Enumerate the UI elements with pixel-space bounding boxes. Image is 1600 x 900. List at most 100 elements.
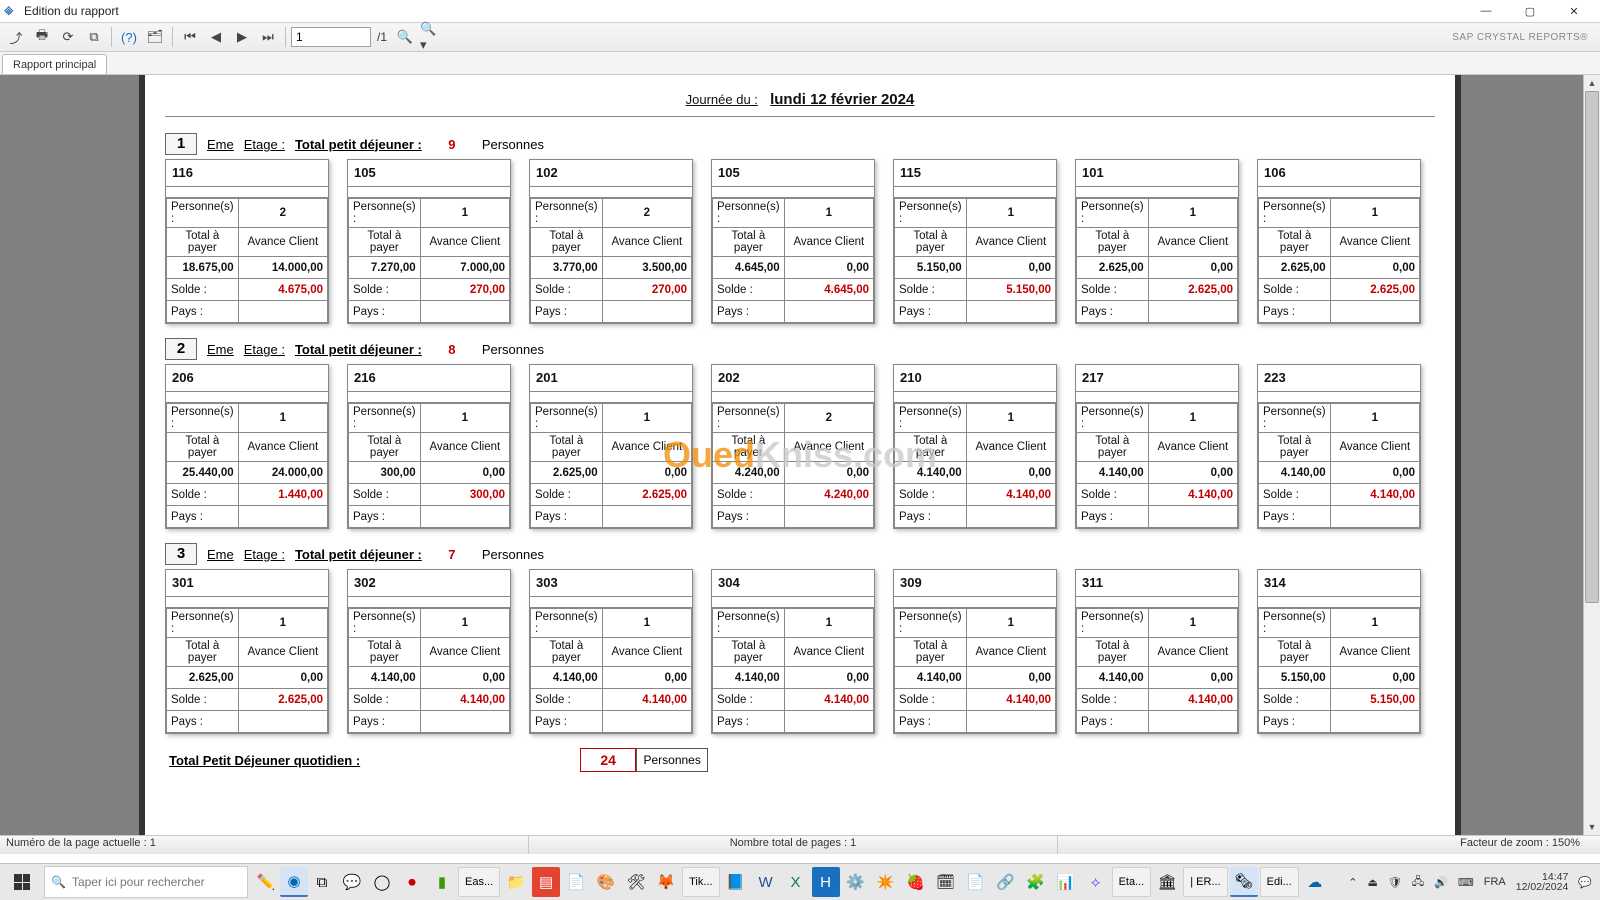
export-button[interactable]: ⤴ — [4, 25, 28, 49]
app-icon: 🞜 — [4, 4, 18, 18]
hotel-icon[interactable]: H — [812, 867, 840, 897]
solde-value: 4.140,00 — [602, 689, 691, 711]
calendar-icon[interactable]: 🗓 — [932, 867, 960, 897]
floor-cards: 206Personne(s) :1Total à payerAvance Cli… — [165, 364, 1435, 529]
tray-language[interactable]: FRA — [1484, 876, 1506, 888]
floor-etage: Etage : — [244, 342, 285, 357]
task-eta[interactable]: Eta... — [1112, 867, 1152, 897]
total-value: 7.270,00 — [349, 257, 421, 279]
firefox-icon[interactable]: 🦊 — [652, 867, 680, 897]
app-icon-7[interactable]: 🧩 — [1022, 867, 1050, 897]
maximize-button[interactable]: ▢ — [1508, 0, 1552, 22]
crystal-reports-icon[interactable]: 🗞 — [1230, 867, 1258, 897]
total-label: Total à payer — [895, 228, 967, 257]
prev-page-button[interactable]: ◀ — [204, 25, 228, 49]
app-icon-8[interactable]: 📊 — [1052, 867, 1080, 897]
room-number: 223 — [1258, 365, 1420, 392]
settings-icon[interactable]: ⚙️ — [842, 867, 870, 897]
record-icon[interactable]: ⏺ — [398, 867, 426, 897]
taskbar-search[interactable]: 🔍 Taper ici pour rechercher — [44, 866, 248, 898]
pays-label: Pays : — [1077, 301, 1149, 323]
solde-value: 2.625,00 — [1148, 279, 1237, 301]
excel-icon[interactable]: X — [782, 867, 810, 897]
room-card: 102Personne(s) :2Total à payerAvance Cli… — [529, 159, 693, 324]
first-page-button[interactable]: ⏮ — [178, 25, 202, 49]
persons-label: Personne(s) : — [713, 404, 785, 433]
cortana-icon[interactable]: ◉ — [280, 867, 308, 897]
total-value: 2.625,00 — [531, 462, 603, 484]
find-button[interactable]: 🔍 — [393, 25, 417, 49]
parameters-button[interactable]: (?) — [117, 25, 141, 49]
app-icon-1[interactable]: ◯ — [368, 867, 396, 897]
tray-chevron-up-icon[interactable]: ⌃ — [1348, 876, 1357, 889]
system-tray[interactable]: ⌃ ⏏ 🛡 🖧 🔊 ⌨ FRA 14:47 12/02/2024 💬 — [1340, 872, 1600, 893]
tray-notifications-icon[interactable]: 💬 — [1578, 876, 1592, 889]
tray-network-icon[interactable]: 🖧 — [1412, 873, 1424, 892]
next-page-button[interactable]: ▶ — [230, 25, 254, 49]
onedrive-icon[interactable]: ☁ — [1301, 867, 1329, 897]
print-button[interactable]: 🖶 — [30, 25, 54, 49]
minimize-button[interactable]: ― — [1464, 0, 1508, 22]
pays-value — [602, 301, 691, 323]
tray-icon-1[interactable]: ⏏ — [1368, 876, 1378, 889]
bank-icon[interactable]: 🏛 — [1153, 867, 1181, 897]
daily-total-unit: Personnes — [636, 748, 708, 772]
solde-label: Solde : — [531, 279, 603, 301]
avance-label: Avance Client — [420, 638, 509, 667]
whatsapp-icon[interactable]: 💬 — [338, 867, 366, 897]
app-icon-4[interactable]: ✴️ — [872, 867, 900, 897]
status-bar: Numéro de la page actuelle : 1 Nombre to… — [0, 835, 1600, 854]
explorer-icon[interactable]: 📁 — [502, 867, 530, 897]
main-report-tab[interactable]: Rapport principal — [2, 54, 107, 74]
pays-label: Pays : — [713, 301, 785, 323]
ink-workspace-icon[interactable]: ✏️ — [252, 867, 280, 897]
zoom-button[interactable]: 🔍▾ — [419, 25, 443, 49]
avance-value: 0,00 — [1330, 462, 1419, 484]
paint-icon[interactable]: 🎨 — [592, 867, 620, 897]
page-number-input[interactable] — [291, 27, 371, 47]
app-icon-3[interactable]: 📄 — [562, 867, 590, 897]
app-icon-6[interactable]: 🔗 — [992, 867, 1020, 897]
word-icon[interactable]: W — [752, 867, 780, 897]
avance-label: Avance Client — [1330, 433, 1419, 462]
notepad-icon[interactable]: 📘 — [722, 867, 750, 897]
solde-label: Solde : — [895, 279, 967, 301]
start-button[interactable] — [0, 864, 44, 900]
scroll-up-arrow[interactable]: ▲ — [1584, 75, 1600, 91]
last-page-button[interactable]: ⏭ — [256, 25, 280, 49]
persons-value: 1 — [602, 609, 691, 638]
app-icon-2[interactable]: ▮ — [428, 867, 456, 897]
room-number: 304 — [712, 570, 874, 597]
vertical-scrollbar[interactable]: ▲ ▼ — [1583, 75, 1600, 835]
doc-icon[interactable]: 📄 — [962, 867, 990, 897]
task-edi[interactable]: Edi... — [1260, 867, 1299, 897]
tray-icon-2[interactable]: 🛡 — [1388, 876, 1402, 889]
copy-button[interactable]: ⧉ — [82, 25, 106, 49]
group-tree-button[interactable]: 🗂 — [143, 25, 167, 49]
app-icon-5[interactable]: 🍓 — [902, 867, 930, 897]
tray-clock[interactable]: 14:47 12/02/2024 — [1516, 872, 1569, 893]
solde-label: Solde : — [531, 689, 603, 711]
taskview-icon[interactable]: ⧉ — [308, 867, 336, 897]
total-label: Total à payer — [1259, 228, 1331, 257]
tray-volume-icon[interactable]: 🔊 — [1434, 876, 1448, 889]
close-button[interactable]: ✕ — [1552, 0, 1596, 22]
app-icon-9[interactable]: ⟡ — [1082, 867, 1110, 897]
avance-label: Avance Client — [1148, 638, 1237, 667]
todoist-icon[interactable]: ▤ — [532, 867, 560, 897]
task-er[interactable]: | ER... — [1183, 867, 1227, 897]
task-tik[interactable]: Tik... — [682, 867, 719, 897]
total-value: 25.440,00 — [167, 462, 239, 484]
scroll-thumb[interactable] — [1585, 91, 1599, 603]
tray-keyboard-icon[interactable]: ⌨ — [1458, 876, 1474, 889]
room-number: 116 — [166, 160, 328, 187]
pays-value — [602, 711, 691, 733]
scroll-down-arrow[interactable]: ▼ — [1584, 819, 1600, 835]
avance-value: 0,00 — [238, 667, 327, 689]
solde-label: Solde : — [349, 484, 421, 506]
task-eas[interactable]: Eas... — [458, 867, 500, 897]
tools-icon[interactable]: 🛠 — [622, 867, 650, 897]
refresh-button[interactable]: ⟳ — [56, 25, 80, 49]
window-titlebar: 🞜 Edition du rapport ― ▢ ✕ — [0, 0, 1600, 23]
room-card: 210Personne(s) :1Total à payerAvance Cli… — [893, 364, 1057, 529]
